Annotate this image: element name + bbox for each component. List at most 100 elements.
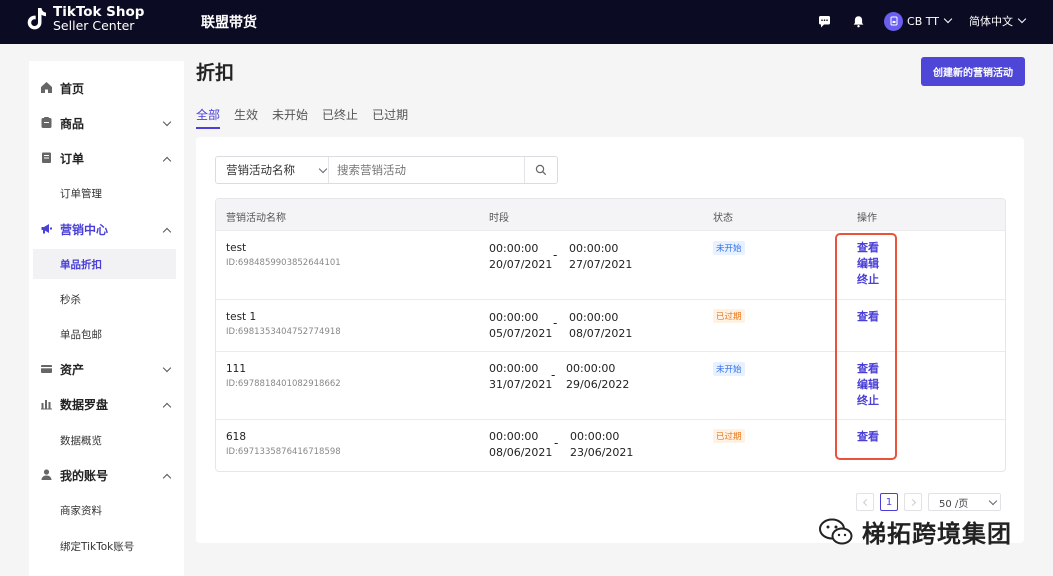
campaign-name: test	[226, 242, 247, 254]
module-title: 联盟带货	[201, 15, 257, 31]
end-time: 00:00:00	[570, 430, 620, 443]
campaign-id: ID:6971335876416718598	[226, 447, 341, 457]
language-label: 简体中文	[969, 15, 1013, 28]
status-badge: 已过期	[713, 429, 745, 443]
start-date: 05/07/2021	[489, 327, 553, 340]
tab-not-started[interactable]: 未开始	[272, 106, 308, 129]
start-time: 00:00:00	[489, 430, 539, 443]
megaphone-icon	[41, 224, 52, 234]
end-time: 00:00:00	[566, 362, 616, 375]
search-input[interactable]	[329, 157, 524, 183]
sidebar-item-label: 数据概览	[60, 434, 102, 447]
prev-page-button[interactable]	[856, 493, 874, 511]
chevron-up-icon	[162, 473, 172, 483]
chevron-down-icon	[162, 363, 172, 373]
sidebar-item-label: 首页	[60, 81, 85, 96]
start-time: 00:00:00	[489, 362, 539, 375]
watermark: 梯拓跨境集团	[818, 514, 1012, 549]
tab-expired[interactable]: 已过期	[372, 106, 408, 129]
start-date: 20/07/2021	[489, 258, 553, 271]
page-title: 折扣	[196, 62, 235, 84]
search-field-select[interactable]: 营销活动名称	[216, 157, 329, 183]
start-date: 08/06/2021	[489, 446, 553, 459]
campaign-id: ID:6984859903852644101	[226, 258, 341, 268]
sidebar-item-orders[interactable]: 订单	[29, 143, 184, 173]
sidebar-item-flash-sale[interactable]: 秒杀	[29, 284, 184, 314]
search-bar: 营销活动名称	[215, 156, 558, 184]
sidebar-item-home[interactable]: 首页	[29, 73, 184, 103]
chevron-right-icon	[908, 498, 916, 506]
sidebar-item-data-compass[interactable]: 数据罗盘	[29, 389, 184, 419]
sidebar-item-label: 商品	[60, 116, 85, 131]
campaign-list-card: 营销活动名称 营销活动名称 时段 状态 操作 test ID:698485990…	[196, 137, 1024, 543]
column-header: 时段	[489, 213, 509, 224]
page-size-select[interactable]: 50 /页	[928, 493, 1001, 511]
status-tabs: 全部 生效 未开始 已终止 已过期	[196, 106, 422, 129]
sidebar-item-label: 秒杀	[60, 293, 81, 306]
home-icon	[41, 82, 52, 93]
sidebar-item-label: 我的账号	[60, 468, 109, 483]
sidebar-item-products[interactable]: 商品	[29, 108, 184, 138]
start-time: 00:00:00	[489, 242, 539, 255]
sidebar-item-label: 订单	[60, 151, 85, 166]
end-time: 00:00:00	[569, 311, 619, 324]
top-bar: TikTok Shop Seller Center 联盟带货 CB TT 简体中…	[0, 0, 1053, 44]
column-header: 营销活动名称	[226, 213, 286, 224]
sidebar-item-label: 营销中心	[60, 222, 109, 237]
sidebar-item-label: 商家资料	[60, 504, 102, 517]
end-date: 23/06/2021	[570, 446, 634, 459]
tab-active[interactable]: 生效	[234, 106, 258, 129]
table-header: 营销活动名称 时段 状态 操作	[216, 199, 1005, 230]
sidebar-item-data-overview[interactable]: 数据概览	[29, 425, 184, 455]
status-badge: 未开始	[713, 362, 745, 376]
campaign-id: ID:6981353404752774918	[226, 327, 341, 337]
bell-icon[interactable]	[850, 13, 866, 29]
sidebar-item-label: 单品折扣	[60, 258, 102, 271]
watermark-text: 梯拓跨境集团	[862, 520, 1012, 548]
sidebar-item-order-management[interactable]: 订单管理	[29, 178, 184, 208]
sidebar-item-free-shipping[interactable]: 单品包邮	[29, 319, 184, 349]
end-time: 00:00:00	[569, 242, 619, 255]
end-date: 27/07/2021	[569, 258, 633, 271]
campaign-name: 618	[226, 431, 247, 443]
page-size-label: 50 /页	[939, 498, 969, 510]
tiktok-shop-logo[interactable]: TikTok Shop Seller Center	[27, 5, 144, 32]
campaign-name: test 1	[226, 311, 257, 323]
bar-chart-icon	[41, 400, 52, 410]
user-icon	[41, 469, 52, 480]
chevron-up-icon	[162, 402, 172, 412]
sidebar-item-my-account[interactable]: 我的账号	[29, 460, 184, 490]
tab-terminated[interactable]: 已终止	[322, 106, 358, 129]
range-dash: -	[553, 316, 558, 330]
next-page-button[interactable]	[904, 493, 922, 511]
sidebar-item-merchant-profile[interactable]: 商家资料	[29, 495, 184, 525]
sidebar-item-assets[interactable]: 资产	[29, 354, 184, 384]
range-dash: -	[551, 368, 556, 382]
language-selector[interactable]: 简体中文	[969, 13, 1027, 29]
sidebar-item-label: 绑定TikTok账号	[60, 540, 135, 553]
page-number[interactable]: 1	[880, 493, 898, 511]
chevron-up-icon	[162, 227, 172, 237]
end-date: 29/06/2022	[566, 378, 630, 391]
status-badge: 已过期	[713, 309, 745, 323]
sidebar-item-marketing[interactable]: 营销中心	[29, 214, 184, 244]
start-date: 31/07/2021	[489, 378, 553, 391]
user-name: CB TT	[907, 14, 939, 28]
sidebar-item-bind-tiktok[interactable]: 绑定TikTok账号	[29, 531, 184, 561]
sidebar-item-product-discount[interactable]: 单品折扣	[33, 249, 176, 279]
sidebar-item-label: 订单管理	[60, 187, 102, 200]
chevron-down-icon	[318, 164, 328, 174]
search-button[interactable]	[524, 157, 557, 183]
chevron-down-icon	[943, 14, 953, 24]
pagination: 1 50 /页	[856, 493, 1001, 511]
campaign-id: ID:6978818401082918662	[226, 379, 341, 389]
message-icon[interactable]	[816, 13, 832, 29]
range-dash: -	[553, 248, 558, 262]
user-menu[interactable]: CB TT	[884, 11, 953, 31]
tab-all[interactable]: 全部	[196, 106, 221, 129]
search-icon	[535, 164, 547, 176]
create-campaign-button[interactable]: 创建新的营销活动	[921, 57, 1025, 86]
chevron-up-icon	[162, 156, 172, 166]
column-header: 操作	[857, 213, 877, 224]
start-time: 00:00:00	[489, 311, 539, 324]
